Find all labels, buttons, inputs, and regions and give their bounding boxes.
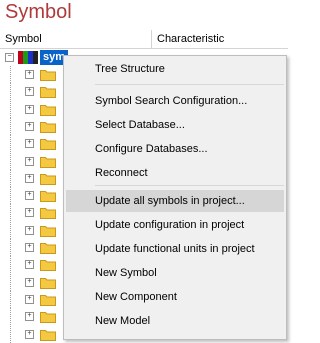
expand-icon[interactable]: + — [25, 121, 34, 131]
tree-guide-line — [10, 117, 12, 135]
menu-item-update-configuration-in-project[interactable]: Update configuration in project — [66, 214, 284, 236]
context-menu: Tree Structure Symbol Search Configuratio… — [63, 55, 287, 340]
expand-icon[interactable]: + — [25, 104, 34, 114]
tree-guide-line — [10, 169, 12, 187]
menu-item-new-component[interactable]: New Component — [66, 286, 284, 308]
collapse-icon[interactable]: − — [5, 53, 14, 62]
expand-icon[interactable]: + — [25, 70, 34, 79]
folder-icon — [40, 329, 56, 341]
menu-item-select-database[interactable]: Select Database... — [66, 114, 284, 136]
menu-item-update-all-symbols-in-project[interactable]: Update all symbols in project... — [66, 190, 284, 212]
column-header-symbol[interactable]: Symbol — [0, 30, 152, 48]
tree-guide-line — [10, 273, 12, 291]
expand-icon[interactable]: + — [25, 87, 34, 97]
expand-icon[interactable]: + — [25, 139, 34, 149]
tree-guide-line — [10, 100, 12, 118]
expand-icon[interactable]: + — [25, 312, 34, 322]
panel-title-bar: Symbol — [0, 0, 288, 30]
expand-icon[interactable]: + — [25, 191, 34, 201]
expand-icon[interactable]: + — [25, 156, 34, 166]
column-header-characteristic[interactable]: Characteristic — [152, 30, 288, 48]
tree-guide-line — [10, 256, 12, 274]
menu-item-new-model[interactable]: New Model — [66, 310, 284, 332]
expand-icon[interactable]: + — [25, 208, 34, 218]
menu-item-new-symbol[interactable]: New Symbol — [66, 262, 284, 284]
expand-icon[interactable]: + — [25, 243, 34, 252]
tree-guide-line — [10, 308, 12, 326]
expand-icon[interactable]: + — [25, 173, 34, 183]
menu-separator — [95, 84, 284, 85]
column-header-row: Symbol Characteristic — [0, 30, 288, 49]
menu-item-update-functional-units-in-project[interactable]: Update functional units in project — [66, 238, 284, 260]
expand-icon[interactable]: + — [25, 277, 34, 287]
folder-icon — [40, 260, 56, 272]
folder-icon — [40, 312, 56, 324]
folder-icon — [40, 294, 56, 306]
tree-guide-line — [10, 204, 12, 222]
menu-item-configure-databases[interactable]: Configure Databases... — [66, 138, 284, 160]
tree-guide-line — [10, 152, 12, 170]
rgb-symbol-library-icon — [18, 51, 38, 64]
expand-icon[interactable]: + — [25, 260, 34, 270]
folder-icon — [40, 277, 56, 289]
expand-icon[interactable]: + — [25, 329, 34, 339]
tree-guide-line — [10, 66, 12, 83]
expand-icon[interactable]: + — [25, 294, 34, 304]
menu-item-tree-structure[interactable]: Tree Structure — [66, 58, 284, 80]
folder-icon — [40, 173, 56, 185]
folder-icon — [40, 191, 56, 203]
tree-guide-line — [10, 187, 12, 205]
menu-item-symbol-search-configuration[interactable]: Symbol Search Configuration... — [66, 90, 284, 112]
menu-separator — [95, 185, 284, 186]
folder-icon — [40, 87, 56, 99]
tree-guide-line — [10, 239, 12, 256]
folder-icon — [40, 121, 56, 133]
tree-guide-line — [10, 221, 12, 239]
folder-icon — [40, 70, 56, 81]
folder-icon — [40, 139, 56, 151]
folder-icon — [40, 243, 56, 254]
tree-guide-line — [10, 290, 12, 308]
folder-icon — [40, 225, 56, 237]
folder-icon — [40, 208, 56, 220]
tree-guide-line — [10, 83, 12, 101]
panel-title: Symbol — [5, 1, 72, 23]
folder-icon — [40, 156, 56, 168]
tree-guide-line — [10, 135, 12, 153]
folder-icon — [40, 104, 56, 116]
expand-icon[interactable]: + — [25, 225, 34, 235]
menu-item-reconnect[interactable]: Reconnect — [66, 162, 284, 184]
